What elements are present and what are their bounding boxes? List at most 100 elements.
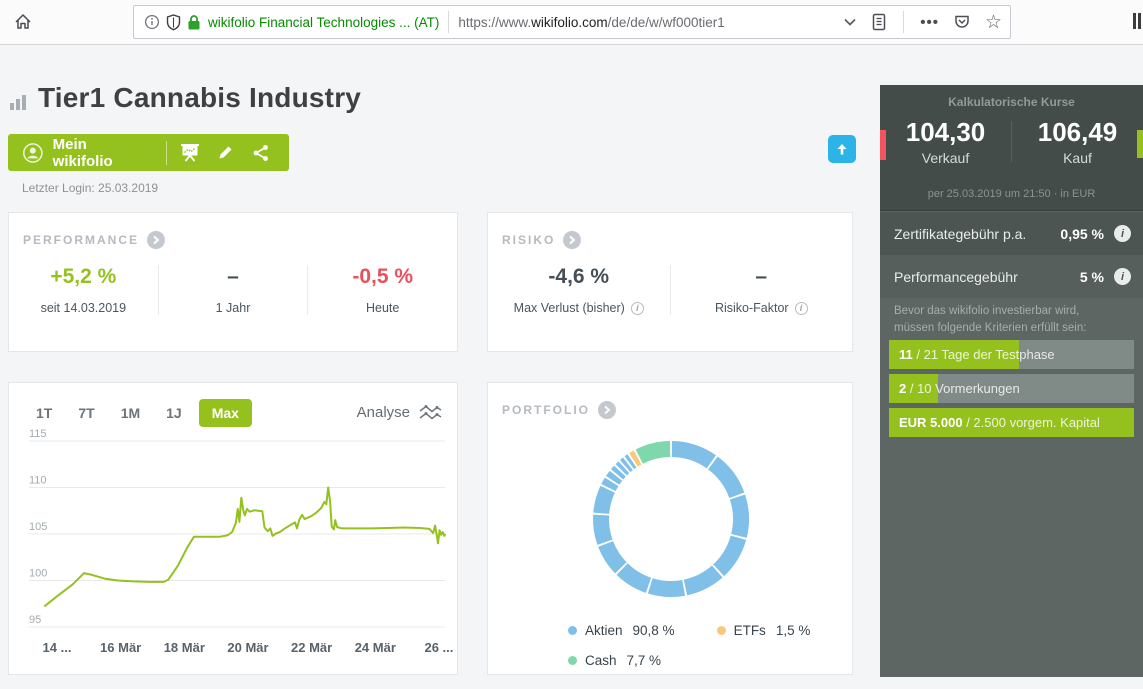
info-icon[interactable]: i bbox=[631, 302, 644, 315]
chart-card: 1T 7T 1M 1J Max Analyse 115 110 105 100 95 14… bbox=[8, 382, 458, 675]
risk-stat-risk-factor: – Risiko-Faktori bbox=[670, 265, 853, 315]
performance-fee-row: Performancegebühr 5 % i bbox=[880, 255, 1143, 298]
performance-stat-since-start: +5,2 % seit 14.03.2019 bbox=[9, 265, 158, 315]
performance-section-label: PERFORMANCE bbox=[23, 233, 139, 247]
reader-view-icon[interactable] bbox=[871, 13, 887, 31]
portfolio-section-label: PORTFOLIO bbox=[502, 403, 590, 417]
range-1t-button[interactable]: 1T bbox=[23, 400, 65, 426]
legend-cash: Cash 7,7 % bbox=[568, 653, 661, 668]
quote-timestamp: per 25.03.2019 um 21:50 · in EUR bbox=[880, 188, 1143, 200]
certificate-owner-label[interactable]: wikifolio Financial Technologies ... (AT… bbox=[208, 15, 439, 30]
key-facts-sidebar: Kalkulatorische Kurse 104,30 Verkauf 106… bbox=[880, 85, 1143, 677]
portfolio-card: PORTFOLIO Aktien 90,8 % ETFs 1,5 % Cash … bbox=[487, 382, 853, 675]
presentation-chart-icon bbox=[179, 143, 201, 163]
url-path: /de/de/w/wf000tier1 bbox=[608, 15, 725, 30]
range-max-button[interactable]: Max bbox=[199, 399, 252, 427]
info-icon[interactable]: i bbox=[1114, 225, 1131, 242]
clipped-toolbar-icon[interactable] bbox=[1133, 13, 1141, 29]
performance-stat-1-year: – 1 Jahr bbox=[158, 265, 308, 315]
info-icon[interactable]: i bbox=[1114, 268, 1131, 285]
svg-text:20 Mär: 20 Mär bbox=[227, 640, 268, 655]
analyse-button[interactable]: Analyse bbox=[357, 403, 443, 422]
svg-text:16 Mär: 16 Mär bbox=[100, 640, 141, 655]
buy-quote: 106,49 Kauf bbox=[1012, 117, 1143, 166]
secure-lock-icon[interactable] bbox=[187, 14, 201, 31]
quotes-panel: Kalkulatorische Kurse 104,30 Verkauf 106… bbox=[880, 85, 1143, 211]
edit-button[interactable] bbox=[208, 134, 243, 171]
legend-dot-aktien bbox=[568, 626, 577, 635]
pencil-icon bbox=[216, 143, 235, 162]
user-avatar-icon bbox=[22, 142, 44, 164]
legend-dot-cash bbox=[568, 656, 577, 665]
browser-toolbar: wikifolio Financial Technologies ... (AT… bbox=[0, 0, 1143, 45]
analyse-lines-icon bbox=[418, 403, 443, 422]
range-1m-button[interactable]: 1M bbox=[108, 400, 153, 426]
my-wikifolio-label: Mein wikifolio bbox=[53, 136, 150, 170]
range-selector: 1T 7T 1M 1J Max bbox=[23, 399, 252, 427]
performance-line-chart[interactable]: 115 110 105 100 95 14 ... 16 Mär 18 Mär 20 Mär 22… bbox=[13, 429, 453, 664]
performance-stat-today: -0,5 % Heute bbox=[307, 265, 457, 315]
portfolio-section-link[interactable]: PORTFOLIO bbox=[502, 401, 616, 419]
chevron-down-icon[interactable] bbox=[843, 17, 857, 27]
info-icon[interactable]: i bbox=[795, 302, 808, 315]
address-bar[interactable]: wikifolio Financial Technologies ... (AT… bbox=[133, 5, 1011, 39]
sell-tab-handle[interactable] bbox=[880, 130, 886, 160]
tracking-protection-shield-icon[interactable] bbox=[166, 14, 181, 31]
svg-text:115: 115 bbox=[29, 429, 47, 440]
vormerkungen-progress-bar: 2 / 10 Vormerkungen bbox=[889, 374, 1134, 403]
url-scheme: https://www. bbox=[458, 15, 531, 30]
svg-text:26 ...: 26 ... bbox=[424, 640, 453, 655]
chevron-right-icon bbox=[147, 231, 165, 249]
performance-card: PERFORMANCE +5,2 % seit 14.03.2019 – 1 J… bbox=[8, 212, 458, 352]
home-button[interactable] bbox=[8, 7, 38, 37]
svg-text:14 ...: 14 ... bbox=[43, 640, 72, 655]
my-wikifolio-button[interactable]: Mein wikifolio bbox=[8, 134, 289, 171]
analyse-label: Analyse bbox=[357, 404, 410, 421]
range-7t-button[interactable]: 7T bbox=[65, 400, 107, 426]
address-divider bbox=[448, 11, 449, 33]
buy-tab-handle[interactable] bbox=[1137, 130, 1143, 158]
svg-text:105: 105 bbox=[29, 521, 47, 533]
last-login-text: Letzter Login: 25.03.2019 bbox=[22, 181, 158, 195]
page-actions-icon[interactable]: ••• bbox=[920, 14, 939, 31]
chevron-right-icon bbox=[598, 401, 616, 419]
sell-quote: 104,30 Verkauf bbox=[880, 117, 1011, 166]
svg-text:18 Mär: 18 Mär bbox=[164, 640, 205, 655]
quotes-title: Kalkulatorische Kurse bbox=[880, 85, 1143, 109]
testphase-progress-bar: 11 / 21 Tage der Testphase bbox=[889, 340, 1134, 369]
chevron-right-icon bbox=[563, 231, 581, 249]
performance-section-link[interactable]: PERFORMANCE bbox=[23, 231, 165, 249]
share-button[interactable] bbox=[244, 134, 279, 171]
svg-text:95: 95 bbox=[29, 614, 41, 626]
home-icon bbox=[13, 12, 33, 32]
url-host: wikifolio.com bbox=[531, 15, 608, 30]
url-text[interactable]: https://www.wikifolio.com/de/de/w/wf000t… bbox=[458, 15, 835, 30]
toolbar-divider bbox=[903, 11, 904, 33]
legend-dot-etfs bbox=[717, 626, 726, 635]
pocket-icon[interactable] bbox=[953, 13, 971, 31]
kapital-progress-bar: EUR 5.000 / 2.500 vorgem. Kapital bbox=[889, 408, 1134, 437]
svg-text:24 Mär: 24 Mär bbox=[355, 640, 396, 655]
trade-button[interactable] bbox=[173, 134, 208, 171]
risk-card: RISIKO -4,6 % Max Verlust (bisher)i – Ri… bbox=[487, 212, 853, 352]
page-title: Tier1 Cannabis Industry bbox=[38, 82, 361, 114]
portfolio-donut-chart[interactable] bbox=[583, 431, 759, 607]
legend-aktien: Aktien 90,8 % bbox=[568, 623, 675, 638]
scroll-top-button[interactable] bbox=[828, 135, 856, 163]
legend-etfs: ETFs 1,5 % bbox=[717, 623, 811, 638]
risk-stat-max-loss: -4,6 % Max Verlust (bisher)i bbox=[488, 265, 670, 315]
risk-section-link[interactable]: RISIKO bbox=[502, 231, 581, 249]
range-1j-button[interactable]: 1J bbox=[153, 400, 195, 426]
arrow-up-icon bbox=[834, 141, 850, 157]
svg-text:100: 100 bbox=[29, 568, 47, 580]
svg-text:22 Mär: 22 Mär bbox=[291, 640, 332, 655]
wikifolio-chart-icon bbox=[10, 94, 30, 110]
page-info-icon[interactable] bbox=[144, 14, 160, 30]
button-divider bbox=[166, 141, 167, 165]
criteria-intro-text: Bevor das wikifolio investierbar wird, m… bbox=[894, 303, 1122, 338]
fees-panel: Zertifikategebühr p.a. 0,95 % i Performa… bbox=[880, 212, 1143, 298]
share-icon bbox=[251, 143, 271, 163]
bookmark-star-icon[interactable]: ☆ bbox=[985, 13, 1002, 32]
svg-text:110: 110 bbox=[29, 475, 47, 487]
risk-section-label: RISIKO bbox=[502, 233, 555, 247]
